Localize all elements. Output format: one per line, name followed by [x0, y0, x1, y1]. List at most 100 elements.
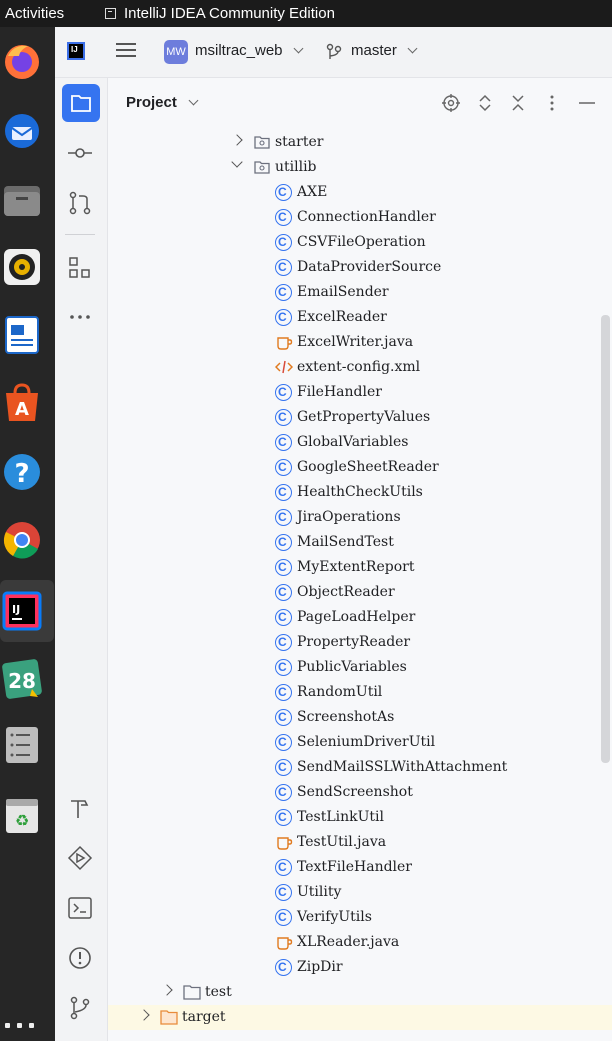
chevron-right-icon[interactable]: [161, 984, 173, 996]
tree-file-row[interactable]: RandomUtil: [108, 680, 612, 705]
activities-button[interactable]: Activities: [5, 5, 64, 22]
services-icon: [67, 845, 93, 871]
class-icon: [275, 634, 292, 651]
tree-scrollbar[interactable]: [601, 315, 610, 763]
tree-file-row[interactable]: SendMailSSLWithAttachment: [108, 755, 612, 780]
project-tool-button[interactable]: [62, 84, 100, 122]
tree-file-row[interactable]: Utility: [108, 880, 612, 905]
java-file-icon: [275, 933, 293, 951]
tree-file-row[interactable]: TextFileHandler: [108, 855, 612, 880]
tree-folder-row[interactable]: target: [108, 1005, 612, 1030]
terminal-tool-button[interactable]: [67, 895, 93, 921]
tree-file-row[interactable]: ConnectionHandler: [108, 205, 612, 230]
tree-file-row[interactable]: ObjectReader: [108, 580, 612, 605]
tree-item-label: Utility: [297, 884, 342, 900]
tree-item-label: MailSendTest: [297, 534, 394, 550]
firefox-icon[interactable]: [2, 41, 42, 81]
tree-file-row[interactable]: MailSendTest: [108, 530, 612, 555]
tree-file-row[interactable]: ZipDir: [108, 955, 612, 980]
files-icon[interactable]: [2, 180, 42, 220]
tree-file-row[interactable]: PageLoadHelper: [108, 605, 612, 630]
pull-requests-tool-button[interactable]: [67, 190, 93, 216]
tree-folder-row[interactable]: test: [108, 980, 612, 1005]
tree-file-row[interactable]: CSVFileOperation: [108, 230, 612, 255]
class-icon: [275, 409, 292, 426]
thunderbird-icon[interactable]: [2, 111, 42, 151]
svg-text:28: 28: [8, 669, 36, 693]
services-tool-button[interactable]: [67, 845, 93, 871]
tree-file-row[interactable]: VerifyUtils: [108, 905, 612, 930]
libreoffice-writer-icon[interactable]: [2, 315, 42, 355]
class-icon: [275, 284, 292, 301]
tree-item-label: EmailSender: [297, 284, 389, 300]
class-icon: [275, 484, 292, 501]
show-apps-icon[interactable]: [5, 1023, 37, 1033]
tree-file-row[interactable]: PublicVariables: [108, 655, 612, 680]
tool-separator: [65, 234, 95, 235]
class-icon: [275, 909, 292, 926]
more-tools-button[interactable]: [67, 304, 93, 330]
tree-item-label: HealthCheckUtils: [297, 484, 423, 500]
tree-file-row[interactable]: FileHandler: [108, 380, 612, 405]
tree-file-row[interactable]: GoogleSheetReader: [108, 455, 612, 480]
tree-file-row[interactable]: ExcelReader: [108, 305, 612, 330]
tree-item-label: PublicVariables: [297, 659, 407, 675]
class-icon: [275, 384, 292, 401]
main-menu-icon[interactable]: [116, 42, 136, 58]
text-editor-icon[interactable]: [2, 725, 42, 765]
tree-folder-row[interactable]: starter: [108, 130, 612, 155]
locate-file-icon[interactable]: [442, 94, 460, 112]
tree-item-label: JiraOperations: [297, 509, 401, 525]
tree-folder-row[interactable]: utillib: [108, 155, 612, 180]
tree-file-row[interactable]: HealthCheckUtils: [108, 480, 612, 505]
git-branch-widget[interactable]: master: [351, 42, 418, 59]
intellij-icon[interactable]: IJ: [2, 591, 42, 631]
branch-name: master: [351, 42, 397, 59]
tree-file-row[interactable]: JiraOperations: [108, 505, 612, 530]
app-center-icon[interactable]: A: [2, 383, 42, 423]
project-view-selector[interactable]: Project: [126, 94, 199, 111]
tree-file-row[interactable]: ScreenshotAs: [108, 705, 612, 730]
git-tool-button[interactable]: [67, 995, 93, 1021]
tree-file-row[interactable]: AXE: [108, 180, 612, 205]
trash-icon[interactable]: ♻: [2, 795, 42, 835]
commit-tool-button[interactable]: [67, 140, 93, 166]
tree-file-row[interactable]: ExcelWriter.java: [108, 330, 612, 355]
tree-file-row[interactable]: XLReader.java: [108, 930, 612, 955]
tree-item-label: GlobalVariables: [297, 434, 409, 450]
build-tool-button[interactable]: [67, 795, 93, 821]
window-icon: [105, 8, 116, 19]
chevron-down-icon[interactable]: [231, 156, 243, 168]
tree-file-row[interactable]: DataProviderSource: [108, 255, 612, 280]
hide-panel-icon[interactable]: [578, 94, 596, 112]
rhythmbox-icon[interactable]: [2, 247, 42, 287]
tree-file-row[interactable]: PropertyReader: [108, 630, 612, 655]
tree-file-row[interactable]: SeleniumDriverUtil: [108, 730, 612, 755]
calendar-icon[interactable]: 28: [2, 659, 42, 699]
chevron-right-icon[interactable]: [231, 134, 243, 146]
problems-tool-button[interactable]: [67, 945, 93, 971]
project-widget[interactable]: msiltrac_web: [195, 42, 304, 59]
structure-tool-button[interactable]: [67, 255, 93, 281]
chrome-icon[interactable]: [2, 520, 42, 560]
collapse-all-icon[interactable]: [509, 94, 527, 112]
tree-file-row[interactable]: GetPropertyValues: [108, 405, 612, 430]
chevron-right-icon[interactable]: [138, 1009, 150, 1021]
tree-item-label: CSVFileOperation: [297, 234, 426, 250]
tree-item-label: ConnectionHandler: [297, 209, 436, 225]
tree-file-row[interactable]: GlobalVariables: [108, 430, 612, 455]
class-icon: [275, 559, 292, 576]
pull-request-icon: [69, 191, 91, 215]
project-badge[interactable]: MW: [164, 40, 188, 64]
window-title[interactable]: IntelliJ IDEA Community Edition: [124, 5, 335, 22]
tree-file-row[interactable]: SendScreenshot: [108, 780, 612, 805]
tree-file-row[interactable]: TestLinkUtil: [108, 805, 612, 830]
tree-file-row[interactable]: MyExtentReport: [108, 555, 612, 580]
expand-all-icon[interactable]: [476, 94, 494, 112]
tree-file-row[interactable]: extent-config.xml: [108, 355, 612, 380]
tree-file-row[interactable]: TestUtil.java: [108, 830, 612, 855]
options-icon[interactable]: [543, 94, 561, 112]
tree-file-row[interactable]: EmailSender: [108, 280, 612, 305]
class-icon: [275, 884, 292, 901]
help-icon[interactable]: ?: [2, 452, 42, 492]
